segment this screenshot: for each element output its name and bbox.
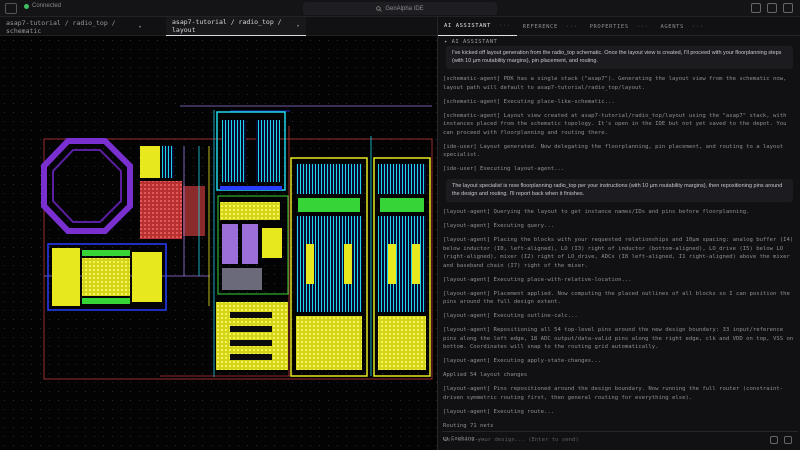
- more-icon[interactable]: ···: [692, 24, 704, 30]
- agent-log-line: Applied 54 layout changes: [443, 372, 528, 378]
- modified-dot-icon[interactable]: •: [296, 22, 300, 30]
- agent-log-line: [schematic-agent] Layout view created at…: [443, 112, 787, 136]
- agent-log-line: [layout-agent] Querying the layout to ge…: [443, 209, 750, 215]
- layout-canvas[interactable]: [0, 36, 437, 450]
- status-dot-icon: [24, 3, 29, 9]
- agent-log-line: [schematic-agent] Executing place-like-s…: [443, 98, 615, 105]
- tab-label: PROPERTIES: [589, 23, 629, 30]
- tab-label: REFERENCE: [522, 23, 558, 30]
- panel-left-icon[interactable]: [751, 3, 761, 13]
- title-bar: Connected GenAlpha IDE: [0, 0, 800, 17]
- agent-log-line: [layout-agent] Executing outline-calc...: [443, 313, 578, 319]
- bias-cell: [140, 146, 160, 178]
- agent-log-line: [layout-agent] Placement applied. Now co…: [443, 290, 790, 306]
- more-icon[interactable]: ···: [566, 24, 578, 30]
- status-label: Connected: [32, 3, 62, 9]
- agent-log-line: [ide-user] Executing layout-agent...: [443, 166, 565, 172]
- agent-log-line: [layout-agent] Executing query...: [443, 223, 555, 229]
- lo-block: [216, 111, 286, 191]
- modified-dot-icon[interactable]: •: [138, 23, 142, 31]
- agent-log-line: [layout-agent] Executing route...: [443, 408, 555, 415]
- search-icon: [376, 5, 382, 12]
- tab-properties[interactable]: PROPERTIES ···: [584, 17, 655, 36]
- inductor-block: [41, 138, 133, 234]
- attach-icon[interactable]: [770, 435, 778, 444]
- send-icon[interactable]: [784, 435, 792, 444]
- analog-buffer: [47, 243, 167, 311]
- sparkle-icon: ✦: [444, 39, 452, 45]
- agent-log-line: [layout-agent] Placing the blocks with y…: [443, 237, 794, 269]
- app-title: GenAlpha IDE: [385, 5, 424, 12]
- agent-log-line: Routing 71 nets: [443, 422, 494, 429]
- chat-composer: [442, 431, 798, 447]
- agent-log-line: [layout-agent] Pins repositioned around …: [443, 386, 784, 401]
- tab-schematic[interactable]: asap7-tutorial / radio_top / schematic •: [0, 17, 148, 36]
- mixer-block: [216, 302, 288, 370]
- agent-log-line: [layout-agent] Repositioning all 54 top-…: [443, 327, 794, 350]
- tab-ai-assistant[interactable]: AI ASSISTANT ···: [438, 17, 517, 36]
- agent-log-line: [layout-agent] Executing place-with-rela…: [443, 276, 632, 283]
- panel-tabs: AI ASSISTANT ··· REFERENCE ··· PROPERTIES ·…: [438, 17, 800, 36]
- agent-log-line: [schematic-agent] PDK has a single stack…: [443, 76, 787, 91]
- panel-bottom-icon[interactable]: [767, 3, 777, 13]
- editor-tabs: asap7-tutorial / radio_top / schematic •…: [0, 17, 437, 36]
- assistant-message: I've kicked off layout generation from t…: [446, 46, 793, 69]
- connection-status: Connected: [24, 3, 61, 9]
- tab-label: AI ASSISTANT: [444, 23, 491, 29]
- more-icon[interactable]: ···: [499, 23, 511, 29]
- tab-reference[interactable]: REFERENCE ···: [517, 17, 584, 36]
- tab-label: AGENTS: [660, 23, 684, 30]
- agent-log-line: [ide-user] Layout generated. Now delegat…: [443, 143, 784, 159]
- assistant-header: ✦ AI ASSISTANT: [444, 39, 497, 45]
- decap-bank: [140, 181, 205, 239]
- tab-label: asap7-tutorial / radio_top / schematic: [6, 18, 116, 35]
- ai-panel: AI ASSISTANT ··· REFERENCE ··· PROPERTIES ·…: [437, 17, 800, 450]
- adc-block-right: [373, 157, 431, 377]
- chat-log[interactable]: I've kicked off layout generation from t…: [438, 46, 800, 445]
- layout-drawing: [41, 105, 433, 380]
- tab-layout[interactable]: asap7-tutorial / radio_top / layout •: [166, 17, 306, 36]
- assistant-title: AI ASSISTANT: [451, 39, 498, 45]
- panel-right-icon[interactable]: [783, 3, 793, 13]
- assistant-message: The layout specialist is now floorplanni…: [446, 179, 793, 202]
- sidebar-toggle-icon[interactable]: [5, 3, 17, 14]
- more-icon[interactable]: ···: [637, 24, 649, 30]
- lo-drive-block: [217, 195, 289, 295]
- adc-block-left: [290, 157, 368, 377]
- agent-log-line: [layout-agent] Executing apply-state-cha…: [443, 358, 602, 364]
- tab-label: asap7-tutorial / radio_top / layout: [172, 18, 282, 34]
- bias-cell: [162, 146, 174, 178]
- command-search[interactable]: GenAlpha IDE: [303, 2, 497, 15]
- tab-agents[interactable]: AGENTS ···: [654, 17, 709, 36]
- chat-input[interactable]: [444, 436, 764, 443]
